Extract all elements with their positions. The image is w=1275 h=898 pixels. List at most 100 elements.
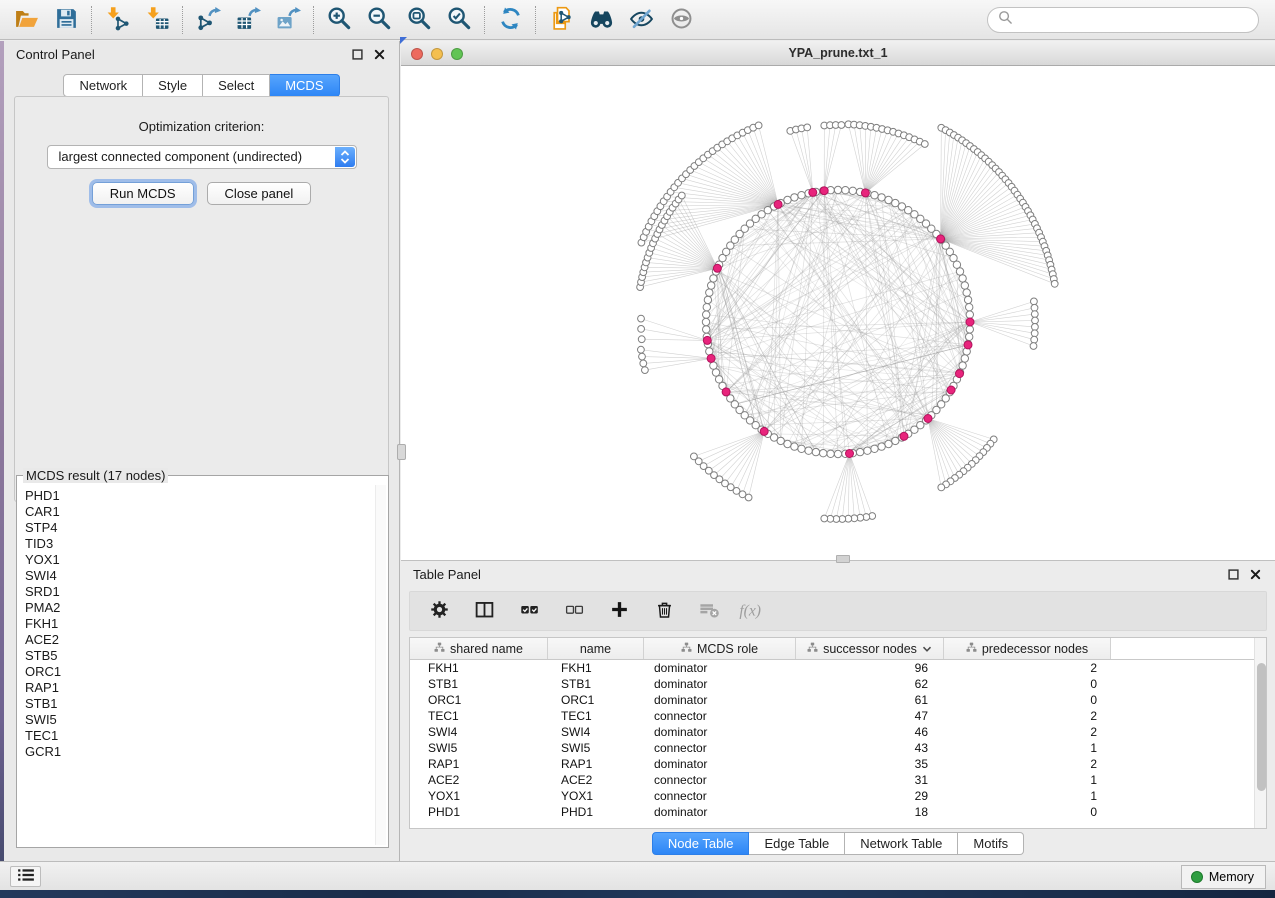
mcds-result-item[interactable]: TID3 bbox=[25, 536, 386, 552]
export-table-button[interactable] bbox=[228, 3, 268, 37]
zoom-fit-button[interactable] bbox=[399, 3, 439, 37]
table-tab-node-table[interactable]: Node Table bbox=[652, 832, 750, 855]
mcds-result-item[interactable]: FKH1 bbox=[25, 616, 386, 632]
mcds-result-item[interactable]: CAR1 bbox=[25, 504, 386, 520]
control-panel: Control Panel NetworkStyleSelectMCDS Opt… bbox=[4, 41, 400, 861]
table-row[interactable]: FKH1FKH1dominator962 bbox=[410, 660, 1266, 676]
cell-successor-nodes: 35 bbox=[796, 757, 944, 771]
table-row[interactable]: RAP1RAP1dominator352 bbox=[410, 756, 1266, 772]
mcds-result-item[interactable]: TEC1 bbox=[25, 728, 386, 744]
save-session-button[interactable] bbox=[46, 3, 86, 37]
float-panel-icon[interactable] bbox=[349, 47, 365, 63]
function-builder-icon: f(x) bbox=[738, 599, 770, 624]
mcds-result-item[interactable]: ACE2 bbox=[25, 632, 386, 648]
column-header-successor-nodes[interactable]: successor nodes bbox=[796, 638, 944, 659]
select-all-button[interactable] bbox=[516, 596, 542, 626]
mcds-result-item[interactable]: ORC1 bbox=[25, 664, 386, 680]
criterion-select[interactable]: largest connected component (undirected) bbox=[47, 145, 357, 169]
show-all-button[interactable] bbox=[661, 3, 701, 37]
table-row[interactable]: YOX1YOX1connector291 bbox=[410, 788, 1266, 804]
cell-successor-nodes: 18 bbox=[796, 805, 944, 819]
window-close-button[interactable] bbox=[411, 48, 423, 60]
export-network-button[interactable] bbox=[188, 3, 228, 37]
tab-mcds[interactable]: MCDS bbox=[270, 74, 339, 97]
close-panel-button[interactable]: Close panel bbox=[207, 182, 312, 205]
import-table-icon bbox=[145, 6, 170, 34]
mcds-result-item[interactable]: PMA2 bbox=[25, 600, 386, 616]
close-panel-icon[interactable] bbox=[371, 47, 387, 63]
cell-name: SWI4 bbox=[548, 725, 644, 739]
result-scrollbar[interactable] bbox=[375, 485, 386, 845]
column-header-shared-name[interactable]: shared name bbox=[410, 638, 548, 659]
cell-name: SWI5 bbox=[548, 741, 644, 755]
column-header-predecessor-nodes[interactable]: predecessor nodes bbox=[944, 638, 1111, 659]
table-row[interactable]: TEC1TEC1connector472 bbox=[410, 708, 1266, 724]
zoom-in-button[interactable] bbox=[319, 3, 359, 37]
window-minimize-button[interactable] bbox=[431, 48, 443, 60]
delete-column-button[interactable] bbox=[651, 596, 677, 626]
table-scrollbar-thumb[interactable] bbox=[1257, 663, 1266, 791]
first-neighbors-icon bbox=[589, 6, 614, 34]
mcds-result-item[interactable]: YOX1 bbox=[25, 552, 386, 568]
table-row[interactable]: SWI4SWI4dominator462 bbox=[410, 724, 1266, 740]
task-history-button[interactable] bbox=[10, 866, 41, 887]
window-maximize-button[interactable] bbox=[451, 48, 463, 60]
memory-button[interactable]: Memory bbox=[1181, 865, 1266, 889]
table-row[interactable]: ACE2ACE2connector311 bbox=[410, 772, 1266, 788]
table-scrollbar[interactable] bbox=[1254, 638, 1266, 828]
import-table-button[interactable] bbox=[137, 3, 177, 37]
mcds-result-item[interactable]: STB1 bbox=[25, 696, 386, 712]
first-neighbors-button[interactable] bbox=[581, 3, 621, 37]
table-row[interactable]: STB1STB1dominator620 bbox=[410, 676, 1266, 692]
table-tab-motifs[interactable]: Motifs bbox=[958, 832, 1024, 855]
table-tab-network-table[interactable]: Network Table bbox=[845, 832, 958, 855]
settings-gear-button[interactable] bbox=[426, 596, 452, 626]
cell-successor-nodes: 61 bbox=[796, 693, 944, 707]
run-mcds-button[interactable]: Run MCDS bbox=[92, 182, 194, 205]
mcds-result-item[interactable]: STP4 bbox=[25, 520, 386, 536]
column-header-name[interactable]: name bbox=[548, 638, 644, 659]
tab-style[interactable]: Style bbox=[143, 74, 203, 97]
cell-predecessor-nodes: 2 bbox=[944, 757, 1111, 771]
delete-column-icon bbox=[654, 599, 675, 623]
mcds-result-item[interactable]: GCR1 bbox=[25, 744, 386, 760]
cell-predecessor-nodes: 1 bbox=[944, 741, 1111, 755]
new-network-from-selection-button[interactable] bbox=[541, 3, 581, 37]
column-header-mcds-role[interactable]: MCDS role bbox=[644, 638, 796, 659]
mcds-result-item[interactable]: SWI5 bbox=[25, 712, 386, 728]
control-panel-header: Control Panel bbox=[4, 41, 399, 68]
search-input[interactable] bbox=[1019, 13, 1248, 28]
apply-layout-button[interactable] bbox=[490, 3, 530, 37]
cell-name: YOX1 bbox=[548, 789, 644, 803]
table-mode-button[interactable] bbox=[471, 596, 497, 626]
panel-divider-grip[interactable] bbox=[397, 444, 406, 460]
mcds-result-item[interactable]: SRD1 bbox=[25, 584, 386, 600]
mcds-result-item[interactable]: RAP1 bbox=[25, 680, 386, 696]
mcds-result-item[interactable]: PHD1 bbox=[25, 488, 386, 504]
network-canvas[interactable] bbox=[401, 66, 1275, 560]
deselect-all-button[interactable] bbox=[561, 596, 587, 626]
cell-successor-nodes: 62 bbox=[796, 677, 944, 691]
export-image-button[interactable] bbox=[268, 3, 308, 37]
table-tab-edge-table[interactable]: Edge Table bbox=[749, 832, 845, 855]
close-table-panel-icon[interactable] bbox=[1247, 567, 1263, 583]
tab-select[interactable]: Select bbox=[203, 74, 270, 97]
create-column-button[interactable] bbox=[606, 596, 632, 626]
tab-network[interactable]: Network bbox=[63, 74, 143, 97]
table-row[interactable]: PHD1PHD1dominator180 bbox=[410, 804, 1266, 820]
open-session-button[interactable] bbox=[6, 3, 46, 37]
mcds-result-item[interactable]: SWI4 bbox=[25, 568, 386, 584]
zoom-fit-icon bbox=[407, 6, 432, 34]
float-table-panel-icon[interactable] bbox=[1225, 567, 1241, 583]
import-network-button[interactable] bbox=[97, 3, 137, 37]
table-divider-grip[interactable] bbox=[836, 555, 850, 563]
zoom-out-button[interactable] bbox=[359, 3, 399, 37]
table-row[interactable]: SWI5SWI5connector431 bbox=[410, 740, 1266, 756]
mcds-result-item[interactable]: STB5 bbox=[25, 648, 386, 664]
cell-mcds-role: dominator bbox=[644, 693, 796, 707]
network-graph[interactable] bbox=[401, 66, 1275, 560]
hide-selection-button[interactable] bbox=[621, 3, 661, 37]
table-row[interactable]: ORC1ORC1dominator610 bbox=[410, 692, 1266, 708]
cell-shared-name: TEC1 bbox=[410, 709, 548, 723]
zoom-selected-button[interactable] bbox=[439, 3, 479, 37]
